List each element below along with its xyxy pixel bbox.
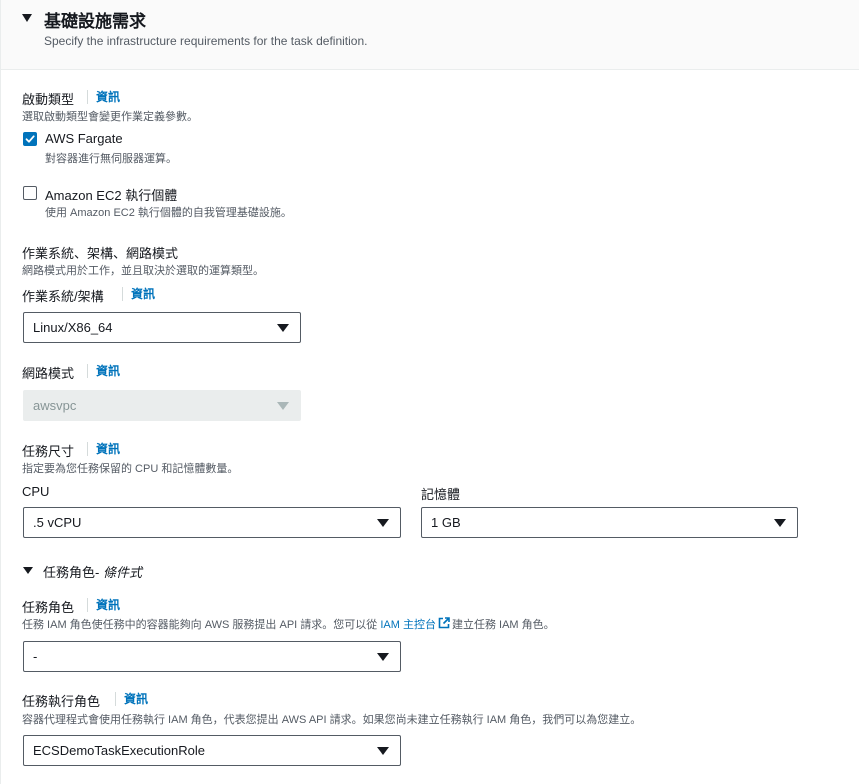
- os-arch-network-description: 網路模式用於工作，並且取決於選取的運算類型。: [22, 265, 264, 277]
- execution-role-select[interactable]: ECSDemoTaskExecutionRole: [23, 735, 401, 766]
- os-arch-select-value: Linux/X86_64: [33, 320, 113, 335]
- launch-type-description: 選取啟動類型會變更作業定義參數。: [22, 111, 198, 123]
- caret-down-icon[interactable]: [23, 567, 33, 574]
- ec2-option-label[interactable]: Amazon EC2 執行個體: [45, 185, 177, 204]
- execution-role-info-link[interactable]: 資訊: [115, 692, 148, 706]
- external-link-icon[interactable]: [437, 616, 451, 630]
- memory-select[interactable]: 1 GB: [421, 507, 798, 538]
- task-role-description: 任務 IAM 角色使任務中的容器能夠向 AWS 服務提出 API 請求。您可以從…: [22, 616, 555, 632]
- section-header[interactable]: 基礎設施需求 Specify the infrastructure requir…: [1, 0, 859, 70]
- task-role-section-toggle[interactable]: 任務角色- 條件式: [43, 562, 142, 581]
- launch-type-label: 啟動類型: [22, 92, 75, 107]
- section-description: Specify the infrastructure requirements …: [44, 34, 368, 48]
- fargate-option-label[interactable]: AWS Fargate: [45, 131, 123, 146]
- task-size-info-link[interactable]: 資訊: [87, 442, 120, 456]
- task-role-select-value: -: [33, 649, 38, 664]
- task-role-section-title: 任務角色-: [43, 565, 100, 580]
- cpu-label: CPU: [22, 484, 50, 499]
- ec2-option-description: 使用 Amazon EC2 執行個體的自我管理基礎設施。: [45, 207, 292, 219]
- network-mode-label: 網路模式: [22, 366, 75, 381]
- task-role-section-optional: 條件式: [102, 565, 142, 580]
- memory-select-value: 1 GB: [431, 515, 461, 530]
- network-mode-select-value: awsvpc: [33, 398, 77, 413]
- os-arch-info-link[interactable]: 資訊: [122, 287, 155, 301]
- dropdown-caret-icon: [377, 519, 389, 527]
- execution-role-label: 任務執行角色: [22, 694, 101, 709]
- execution-role-description: 容器代理程式會使用任務執行 IAM 角色，代表您提出 AWS API 請求。如果…: [22, 714, 642, 726]
- fargate-option-description: 對容器進行無伺服器運算。: [45, 153, 177, 165]
- os-arch-network-title: 作業系統、架構、網路模式: [22, 246, 179, 261]
- iam-console-link[interactable]: IAM 主控台: [380, 619, 436, 631]
- task-size-label: 任務尺寸: [22, 444, 75, 459]
- network-mode-select: awsvpc: [23, 390, 301, 421]
- os-arch-select[interactable]: Linux/X86_64: [23, 312, 301, 343]
- cpu-select[interactable]: .5 vCPU: [23, 507, 401, 538]
- caret-down-icon[interactable]: [22, 14, 32, 22]
- launch-type-info-link[interactable]: 資訊: [87, 90, 120, 104]
- dropdown-caret-icon: [377, 747, 389, 755]
- task-role-label: 任務角色: [22, 600, 75, 615]
- checkmark-icon: [25, 135, 35, 143]
- task-role-description-post: 建立任務 IAM 角色。: [451, 619, 555, 631]
- task-role-select[interactable]: -: [23, 641, 401, 672]
- task-role-info-link[interactable]: 資訊: [87, 598, 120, 612]
- fargate-checkbox[interactable]: [23, 132, 37, 146]
- dropdown-caret-icon: [277, 324, 289, 332]
- cpu-select-value: .5 vCPU: [33, 515, 82, 530]
- network-mode-info-link[interactable]: 資訊: [87, 364, 120, 378]
- memory-label: 記憶體: [421, 487, 461, 502]
- execution-role-select-value: ECSDemoTaskExecutionRole: [33, 743, 205, 758]
- infrastructure-requirements-panel: 基礎設施需求 Specify the infrastructure requir…: [0, 0, 859, 784]
- task-size-description: 指定要為您任務保留的 CPU 和記憶體數量。: [22, 463, 239, 475]
- dropdown-caret-icon: [277, 402, 289, 410]
- task-role-description-pre: 任務 IAM 角色使任務中的容器能夠向 AWS 服務提出 API 請求。您可以從: [22, 619, 378, 631]
- section-title: 基礎設施需求: [44, 12, 146, 31]
- ec2-checkbox[interactable]: [23, 186, 37, 200]
- dropdown-caret-icon: [377, 653, 389, 661]
- os-arch-label: 作業系統/架構: [22, 289, 104, 304]
- dropdown-caret-icon: [774, 519, 786, 527]
